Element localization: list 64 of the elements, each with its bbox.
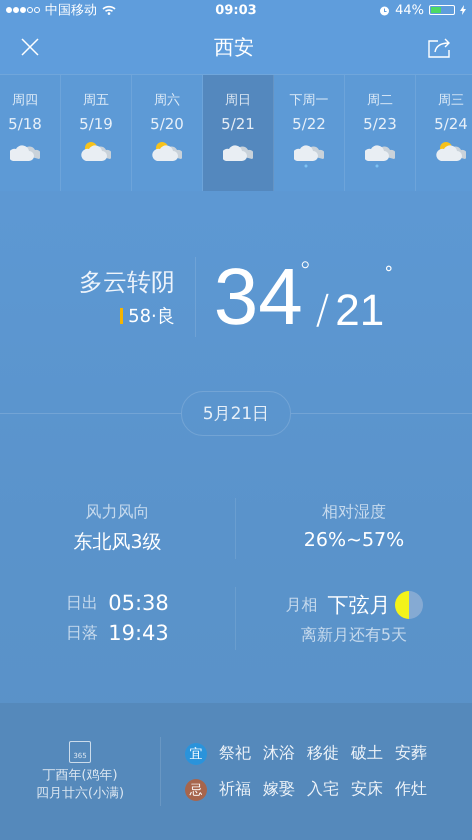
almanac-item: 沐浴: [263, 743, 295, 764]
day-date: 5/24: [434, 115, 468, 133]
low-temperature: 21: [335, 289, 384, 333]
weekday: 周六: [154, 92, 180, 109]
battery-percent: 44%: [395, 2, 424, 18]
detail-label: 相对湿度: [322, 502, 386, 523]
charging-icon: [460, 5, 466, 15]
almanac-item: 破土: [351, 743, 383, 764]
wifi-icon: [102, 5, 116, 15]
day-date: 5/22: [292, 115, 326, 133]
city-title: 西安: [214, 34, 254, 60]
carrier-name: 中国移动: [45, 2, 97, 19]
almanac-item: 安葬: [395, 743, 427, 764]
day-tab[interactable]: 周二 5/23: [345, 75, 416, 191]
day-date: 5/20: [150, 115, 184, 133]
battery-icon: [428, 5, 455, 15]
day-date: 5/21: [221, 115, 255, 133]
detail-value: 东北风3级: [73, 530, 162, 555]
close-button[interactable]: [20, 37, 40, 57]
moon-phase: 下弦月: [328, 592, 390, 619]
share-button[interactable]: [428, 36, 452, 58]
detail-value: 26%~57%: [304, 529, 404, 551]
clock: 09:03: [215, 2, 257, 18]
sun-time: 19:43: [108, 621, 169, 645]
day-tab[interactable]: 周五 5/19: [61, 75, 132, 191]
moon-icon: [394, 591, 422, 619]
weekday: 下周一: [290, 92, 328, 109]
day-tab[interactable]: 下周一 5/22: [274, 75, 345, 191]
weather-condition: 多云转阴: [78, 267, 175, 298]
sun-label: 日落: [66, 622, 98, 644]
aqi-bar: [120, 308, 124, 324]
almanac-item: 移徙: [307, 743, 339, 764]
almanac-item: 安床: [351, 779, 383, 800]
degree-sign: °: [384, 263, 394, 284]
weekday: 周日: [225, 92, 251, 109]
almanac-badge: 忌: [185, 778, 207, 800]
date-pill: 5月21日: [180, 391, 292, 436]
almanac-item: 嫁娶: [263, 779, 295, 800]
lunar-date: 四月廿六(小满): [36, 784, 124, 802]
day-date: 5/19: [79, 115, 113, 133]
day-date: 5/23: [363, 115, 397, 133]
day-tab[interactable]: 周四 5/18: [0, 75, 61, 191]
alarm-icon: [379, 4, 390, 16]
almanac-item: 入宅: [307, 779, 339, 800]
almanac-item: 祈福: [219, 779, 251, 800]
sun-time: 05:38: [108, 591, 169, 615]
weekday: 周四: [12, 92, 38, 109]
air-quality: 58·良: [128, 305, 175, 328]
weekday: 周二: [367, 92, 393, 109]
almanac-item: 作灶: [395, 779, 427, 800]
weekday: 周三: [438, 92, 464, 109]
sun-label: 日出: [66, 592, 98, 614]
lunar-year: 丁酉年(鸡年): [42, 766, 118, 784]
day-tab[interactable]: 周三 5/24: [416, 75, 472, 191]
moon-label: 月相: [286, 594, 318, 616]
almanac-item: 祭祀: [219, 743, 251, 764]
moon-note: 离新月还有5天: [300, 625, 408, 646]
almanac-badge: 宜: [185, 742, 207, 764]
detail-label: 风力风向: [86, 502, 150, 523]
slash: /: [316, 287, 330, 333]
signal-icon: [6, 7, 40, 13]
day-date: 5/18: [8, 115, 42, 133]
day-tab[interactable]: 周日 5/21: [203, 75, 274, 191]
weekday: 周五: [83, 92, 109, 109]
